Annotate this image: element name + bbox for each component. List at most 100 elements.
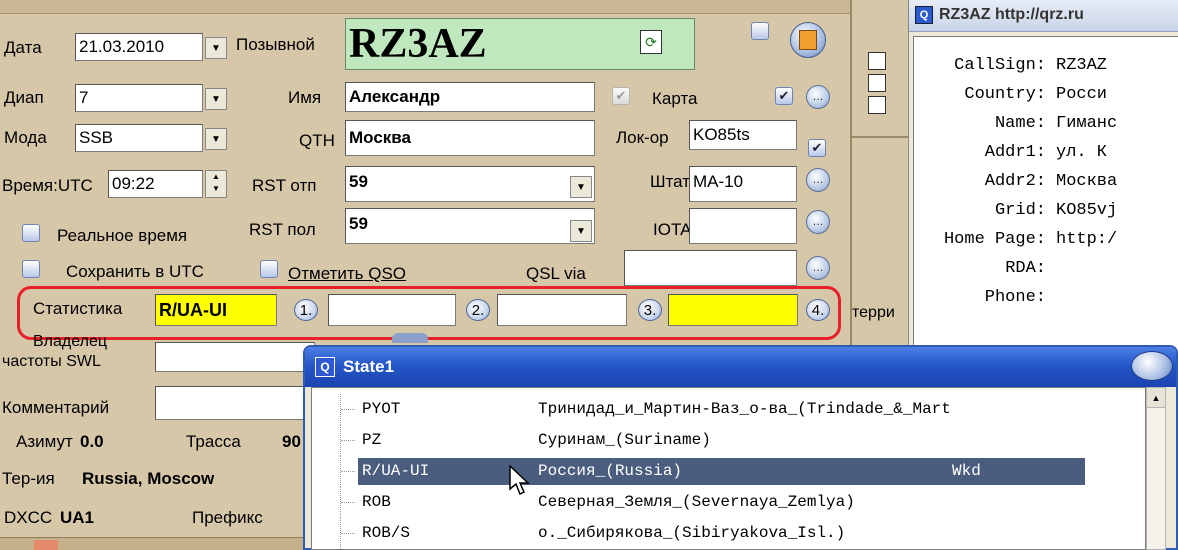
side-text: терри <box>852 304 895 321</box>
territory-label: Тер-ия <box>2 469 55 488</box>
mouse-cursor-icon <box>509 465 530 496</box>
dxcc-label: DXCC <box>4 508 53 527</box>
tree-connector <box>340 425 355 456</box>
rst-sent-field[interactable]: 59 <box>345 166 595 202</box>
azimuth-label: Азимут <box>16 432 73 451</box>
mark-qso-label: Отметить QSO <box>288 264 407 283</box>
slot-3-field[interactable] <box>668 294 798 326</box>
qrz-info-value: RZ3AZ <box>1056 56 1108 75</box>
qrz-info-row: Phone: <box>914 283 1178 312</box>
mark-qso-checkbox[interactable] <box>260 260 278 278</box>
save-utc-checkbox[interactable] <box>22 260 40 278</box>
qsl-via-label: QSL via <box>526 264 586 283</box>
qrz-info-key: Name: <box>994 114 1046 133</box>
realtime-label: Реальное время <box>57 226 188 245</box>
window-control-icon[interactable] <box>1131 351 1173 381</box>
locator-checkbox[interactable]: ✔ <box>808 139 826 157</box>
dxcc-value: UA1 <box>60 508 95 527</box>
tree-connector <box>340 518 355 549</box>
owner-label-line2: частоты SWL <box>2 353 101 370</box>
qrz-info-key: Home Page: <box>943 230 1046 249</box>
time-spinner[interactable]: ▲ ▼ <box>205 170 227 198</box>
stats-field[interactable]: R/UA-UI <box>155 294 277 326</box>
state-title: State1 <box>343 357 395 376</box>
callsign-label: Позывной <box>236 35 315 54</box>
state-list-row[interactable]: PYOT Тринидад_и_Мартин-Ваз_о-ва_(Trindade… <box>312 394 1145 425</box>
chevron-down-icon: ▼ <box>576 225 586 237</box>
name-field[interactable]: Александр <box>345 82 595 112</box>
qrz-info-key: Addr2: <box>984 172 1046 191</box>
date-field[interactable]: 21.03.2010 <box>75 33 203 61</box>
state-code: PYOT <box>362 400 401 418</box>
refresh-icon[interactable]: ⟳ <box>640 30 662 54</box>
qrz-info-row: CallSign: RZ3AZ <box>914 51 1178 80</box>
side-checkbox-1[interactable] <box>868 52 886 70</box>
top-strip <box>0 0 850 14</box>
qrz-info-value: Росси <box>1056 85 1108 104</box>
qsl-via-more-button[interactable]: … <box>806 256 830 280</box>
comment-field[interactable] <box>155 386 315 420</box>
locator-label: Лок-ор <box>616 128 669 147</box>
database-icon[interactable] <box>790 22 826 58</box>
state-field[interactable]: MA-10 <box>689 166 797 202</box>
qrz-info-row: RDA: <box>914 254 1178 283</box>
iota-more-button[interactable]: … <box>806 210 830 234</box>
callsign-checkbox[interactable] <box>751 22 769 40</box>
rst-rcvd-field[interactable]: 59 <box>345 208 595 244</box>
comment-label: Комментарий <box>2 398 110 417</box>
band-label: Диап <box>4 88 44 107</box>
state-scrollbar[interactable]: ▲ <box>1146 387 1166 550</box>
state-list-row[interactable]: ROB/S о._Сибирякова_(Sibiryakova_Isl.) <box>312 518 1145 549</box>
slot-4-badge[interactable]: 4. <box>806 299 830 321</box>
state-code: PZ <box>362 431 382 449</box>
realtime-checkbox[interactable] <box>22 224 40 242</box>
state-list-row[interactable]: ROB Северная_Земля_(Severnaya_Zemlya) <box>312 487 1145 518</box>
state-more-button[interactable]: … <box>806 168 830 192</box>
side-checkbox-2[interactable] <box>868 74 886 92</box>
prefix-label: Префикс <box>192 508 263 527</box>
qrz-info-row: Country: Росси <box>914 80 1178 109</box>
qrz-info-row: Name: Гиманс <box>914 109 1178 138</box>
slot-2-badge[interactable]: 2. <box>466 299 490 321</box>
map-more-button[interactable]: … <box>806 85 830 109</box>
chevron-down-icon: ▼ <box>211 93 221 105</box>
slot-1-badge[interactable]: 1. <box>294 299 318 321</box>
state-title-bar[interactable]: Q State1 <box>305 347 1176 387</box>
rst-sent-dropdown-button[interactable]: ▼ <box>570 176 592 198</box>
qrz-info-value: Москва <box>1056 172 1118 191</box>
qrz-info-row: Addr1: ул. К <box>914 138 1178 167</box>
time-field[interactable]: 09:22 <box>108 170 203 198</box>
slot-3-badge[interactable]: 3. <box>638 299 662 321</box>
slot-1-field[interactable] <box>328 294 456 326</box>
scroll-up-icon[interactable]: ▲ <box>1147 388 1165 408</box>
qsl-via-field[interactable] <box>624 250 797 286</box>
iota-field[interactable] <box>689 208 797 244</box>
locator-field[interactable]: KO85ts <box>689 120 797 150</box>
state-list-row[interactable]: R/UA-UI Россия_(Russia) Wkd <box>312 456 1145 487</box>
state-name: о._Сибирякова_(Sibiryakova_Isl.) <box>538 524 846 542</box>
qrz-info-key: RDA: <box>1005 259 1046 278</box>
rst-rcvd-dropdown-button[interactable]: ▼ <box>570 220 592 242</box>
side-checkbox-3[interactable] <box>868 96 886 114</box>
mode-dropdown-button[interactable]: ▼ <box>205 128 227 150</box>
rst-sent-label: RST отп <box>252 176 317 195</box>
owner-swl-field[interactable] <box>155 342 315 372</box>
qth-field[interactable]: Москва <box>345 120 595 156</box>
bottom-tab[interactable] <box>34 540 58 550</box>
map-label: Карта <box>652 89 698 108</box>
owner-label-line1: Владелец <box>33 333 108 350</box>
state-list-row[interactable]: PZ Суринам_(Suriname) <box>312 425 1145 456</box>
owner-swl-button[interactable] <box>392 333 428 343</box>
mode-field[interactable]: SSB <box>75 124 203 152</box>
time-label: Время:UTC <box>2 176 93 195</box>
row-background <box>358 427 1085 454</box>
iota-label: IOTA <box>653 220 692 239</box>
qrz-info-row: Grid: KO85vj <box>914 196 1178 225</box>
band-field[interactable]: 7 <box>75 84 203 112</box>
band-dropdown-button[interactable]: ▼ <box>205 88 227 110</box>
slot-2-field[interactable] <box>497 294 627 326</box>
qrz-title-bar[interactable]: Q RZ3AZ http://qrz.ru <box>909 0 1178 32</box>
map-checkbox[interactable]: ✔ <box>612 87 630 105</box>
map-enable-checkbox[interactable]: ✔ <box>775 87 793 105</box>
date-dropdown-button[interactable]: ▼ <box>205 37 227 59</box>
